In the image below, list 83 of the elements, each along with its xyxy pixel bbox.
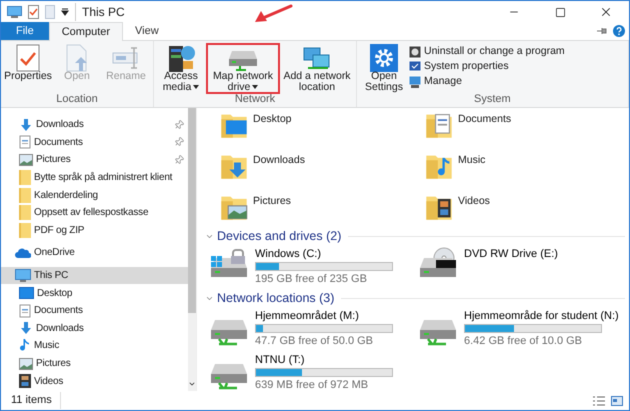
- folder-icon: [19, 222, 31, 238]
- ribbon-small-button[interactable]: Uninstall or change a program: [409, 45, 565, 58]
- folder-icon: [19, 170, 31, 186]
- group-label: Location: [55, 93, 99, 107]
- document-icon: [19, 135, 31, 150]
- picture-icon: [19, 154, 33, 166]
- settings-icon: [370, 44, 398, 72]
- film-icon: [19, 374, 31, 388]
- pin-icon[interactable]: [597, 28, 607, 34]
- folder-tile[interactable]: Desktop: [219, 110, 424, 142]
- free-space-label: 195 GB free of 235 GB: [255, 272, 368, 286]
- maximize-icon: [554, 6, 566, 18]
- free-space-label: 639 MB free of 972 MB: [255, 378, 370, 392]
- nav-item[interactable]: This PC: [1, 266, 188, 284]
- close-icon: [599, 5, 613, 19]
- scroll-down-icon[interactable]: [188, 380, 196, 388]
- drive-name[interactable]: DVD RW Drive (E:): [464, 247, 558, 261]
- nav-item[interactable]: Downloads: [1, 116, 188, 134]
- drive-name[interactable]: NTNU (T:): [255, 353, 393, 367]
- nav-item[interactable]: Bytte språk på administrert klient: [1, 168, 188, 186]
- download-arrow-icon: [19, 321, 33, 336]
- ribbon-button[interactable]: Access media: [157, 43, 205, 92]
- scrollbar[interactable]: [188, 108, 196, 391]
- nav-item[interactable]: Pictures: [1, 354, 188, 372]
- drive-name[interactable]: Windows (C:): [255, 247, 393, 261]
- nav-item[interactable]: Videos: [1, 372, 188, 390]
- ribbon-button[interactable]: Properties: [4, 43, 52, 82]
- details-view-icon[interactable]: [593, 396, 605, 406]
- nav-item[interactable]: Kalenderdeling: [1, 186, 188, 204]
- help-icon[interactable]: [613, 25, 625, 37]
- nav-item[interactable]: Documents: [1, 302, 188, 320]
- nav-item[interactable]: Pictures: [1, 151, 188, 169]
- ribbon-button[interactable]: Add a network location: [281, 43, 353, 92]
- free-space-label: 47.7 GB free of 50.0 GB: [255, 334, 374, 348]
- folder-tile[interactable]: Documents: [424, 110, 629, 142]
- nav-item[interactable]: Music: [1, 337, 188, 355]
- folder-tile[interactable]: Music: [424, 151, 629, 183]
- cd-box-icon: [409, 46, 421, 58]
- nav-item[interactable]: OneDrive: [1, 244, 188, 262]
- item-count: 11 items: [11, 392, 61, 409]
- folder-tile[interactable]: Pictures: [219, 192, 424, 224]
- document-icon: [19, 304, 31, 318]
- monitor-icon: [7, 6, 22, 18]
- drive-name[interactable]: Hjemmeområdet (M:): [255, 309, 393, 323]
- free-space-label: 6.42 GB free of 10.0 GB: [464, 334, 584, 348]
- folder-tile[interactable]: Videos: [424, 192, 629, 224]
- nav-item[interactable]: Downloads: [1, 320, 188, 338]
- nav-item[interactable]: Oppsett av fellespostkasse: [1, 204, 188, 222]
- properties-icon[interactable]: [28, 5, 39, 19]
- drive-name[interactable]: Hjemmeområde for student (N:): [464, 309, 619, 323]
- media-server-icon: [166, 43, 196, 73]
- download-arrow-icon: [19, 118, 33, 132]
- caret-icon: [193, 84, 200, 89]
- group-label: Network: [234, 93, 276, 107]
- scrollbar-thumb[interactable]: [188, 108, 196, 313]
- monitor-check-icon: [409, 60, 421, 72]
- dropdown-icon[interactable]: [61, 8, 69, 16]
- ribbon-button[interactable]: Open Settings: [360, 43, 408, 92]
- group-label: System: [472, 93, 512, 107]
- nav-item[interactable]: Desktop: [1, 284, 188, 302]
- computer-manage-icon: [409, 76, 421, 88]
- caret-icon: [252, 84, 258, 89]
- music-note-icon: [19, 338, 31, 354]
- page-arrow-icon: [64, 43, 90, 73]
- section-header[interactable]: Devices and drives (2): [217, 226, 342, 246]
- folder-tile[interactable]: Downloads: [219, 151, 424, 183]
- ribbon-tab[interactable]: View: [123, 22, 171, 40]
- window-title: This PC: [75, 3, 125, 21]
- nav-item[interactable]: PDF og ZIP: [1, 222, 188, 240]
- section-header[interactable]: Network locations (3): [217, 288, 334, 308]
- cloud-icon: [15, 248, 31, 258]
- nav-item[interactable]: Documents: [1, 134, 188, 152]
- picture-icon: [19, 358, 33, 370]
- folder-icon: [19, 188, 31, 203]
- ribbon-small-button[interactable]: Manage: [409, 75, 565, 88]
- ribbon-tab[interactable]: Computer: [48, 22, 124, 41]
- ribbon-tab[interactable]: File: [1, 22, 49, 40]
- tiles-view-icon[interactable]: [611, 396, 623, 406]
- ribbon-button[interactable]: Map network drive: [206, 43, 280, 94]
- folder-icon: [19, 205, 31, 220]
- desktop-icon: [19, 287, 34, 300]
- monitor-icon: [15, 268, 31, 283]
- ribbon-small-button[interactable]: System properties: [409, 60, 565, 73]
